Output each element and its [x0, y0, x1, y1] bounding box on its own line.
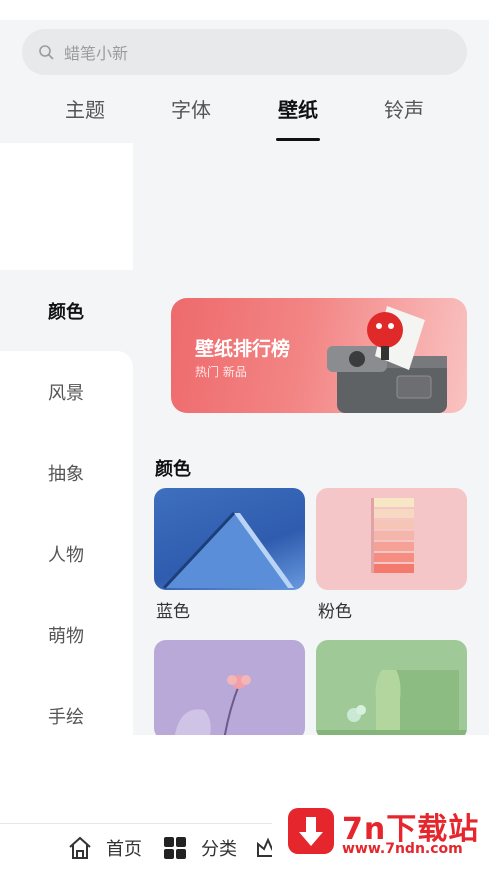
nav-home-label: 首页: [106, 839, 142, 860]
wallpaper-card-blue[interactable]: [154, 488, 305, 590]
swatch-image: [371, 498, 414, 573]
sidebar-item-label: 手绘: [48, 706, 84, 728]
search-placeholder: 蜡笔小新: [64, 44, 129, 63]
nav-category-label: 分类: [201, 839, 237, 860]
section-title: 颜色: [155, 459, 191, 480]
tab-ringtone[interactable]: 铃声: [359, 94, 449, 123]
ranking-banner[interactable]: 壁纸排行榜 热门 新品: [171, 298, 467, 413]
card-label-pink: 粉色: [318, 602, 352, 622]
search-icon: [39, 45, 54, 60]
tab-active-indicator: [276, 138, 320, 141]
wallpaper-card-pink[interactable]: [316, 488, 467, 590]
search-bar[interactable]: 蜡笔小新: [22, 29, 467, 75]
watermark-url: www.7ndn.com: [342, 841, 463, 857]
tab-wallpaper[interactable]: 壁纸: [253, 94, 343, 123]
watermark: 7n下载站 www.7ndn.com: [272, 788, 489, 869]
sidebar-item-label: 风景: [48, 382, 84, 404]
tab-theme[interactable]: 主题: [40, 94, 130, 123]
sidebar-item-people[interactable]: 人物: [0, 513, 133, 594]
sidebar-spacer: [0, 143, 133, 270]
wallpaper-content: 壁纸排行榜 热门 新品 颜色 蓝色 粉色: [133, 143, 489, 735]
nav-home[interactable]: 首页: [66, 834, 142, 862]
nav-category[interactable]: 分类: [161, 834, 237, 862]
sidebar-item-cute[interactable]: 萌物: [0, 594, 133, 675]
flower-image: [174, 675, 251, 735]
tab-font[interactable]: 字体: [146, 94, 236, 123]
vase-image: [316, 670, 467, 735]
banner-title: 壁纸排行榜: [195, 338, 291, 360]
wallpaper-card-green[interactable]: [316, 640, 467, 735]
sidebar-item-label: 人物: [48, 544, 84, 566]
banner-subtitle: 热门 新品: [195, 365, 247, 379]
category-tabs: 主题 字体 壁纸 铃声: [0, 94, 489, 144]
download-logo-icon: [288, 808, 334, 854]
sidebar-item-label: 萌物: [48, 625, 84, 647]
sidebar-item-landscape[interactable]: 风景: [0, 351, 133, 432]
sidebar-item-label: 颜色: [48, 301, 84, 323]
wallpaper-card-purple[interactable]: [154, 640, 305, 735]
sidebar-item-color[interactable]: 颜色: [0, 270, 133, 351]
home-icon: [69, 836, 91, 859]
sidebar-item-label: 抽象: [48, 463, 84, 485]
status-strip: [0, 0, 489, 20]
sidebar-item-abstract[interactable]: 抽象: [0, 432, 133, 513]
grid-icon: [164, 837, 186, 859]
building-image: [162, 511, 294, 590]
camera-illustration: [327, 306, 447, 413]
card-label-blue: 蓝色: [156, 602, 190, 622]
